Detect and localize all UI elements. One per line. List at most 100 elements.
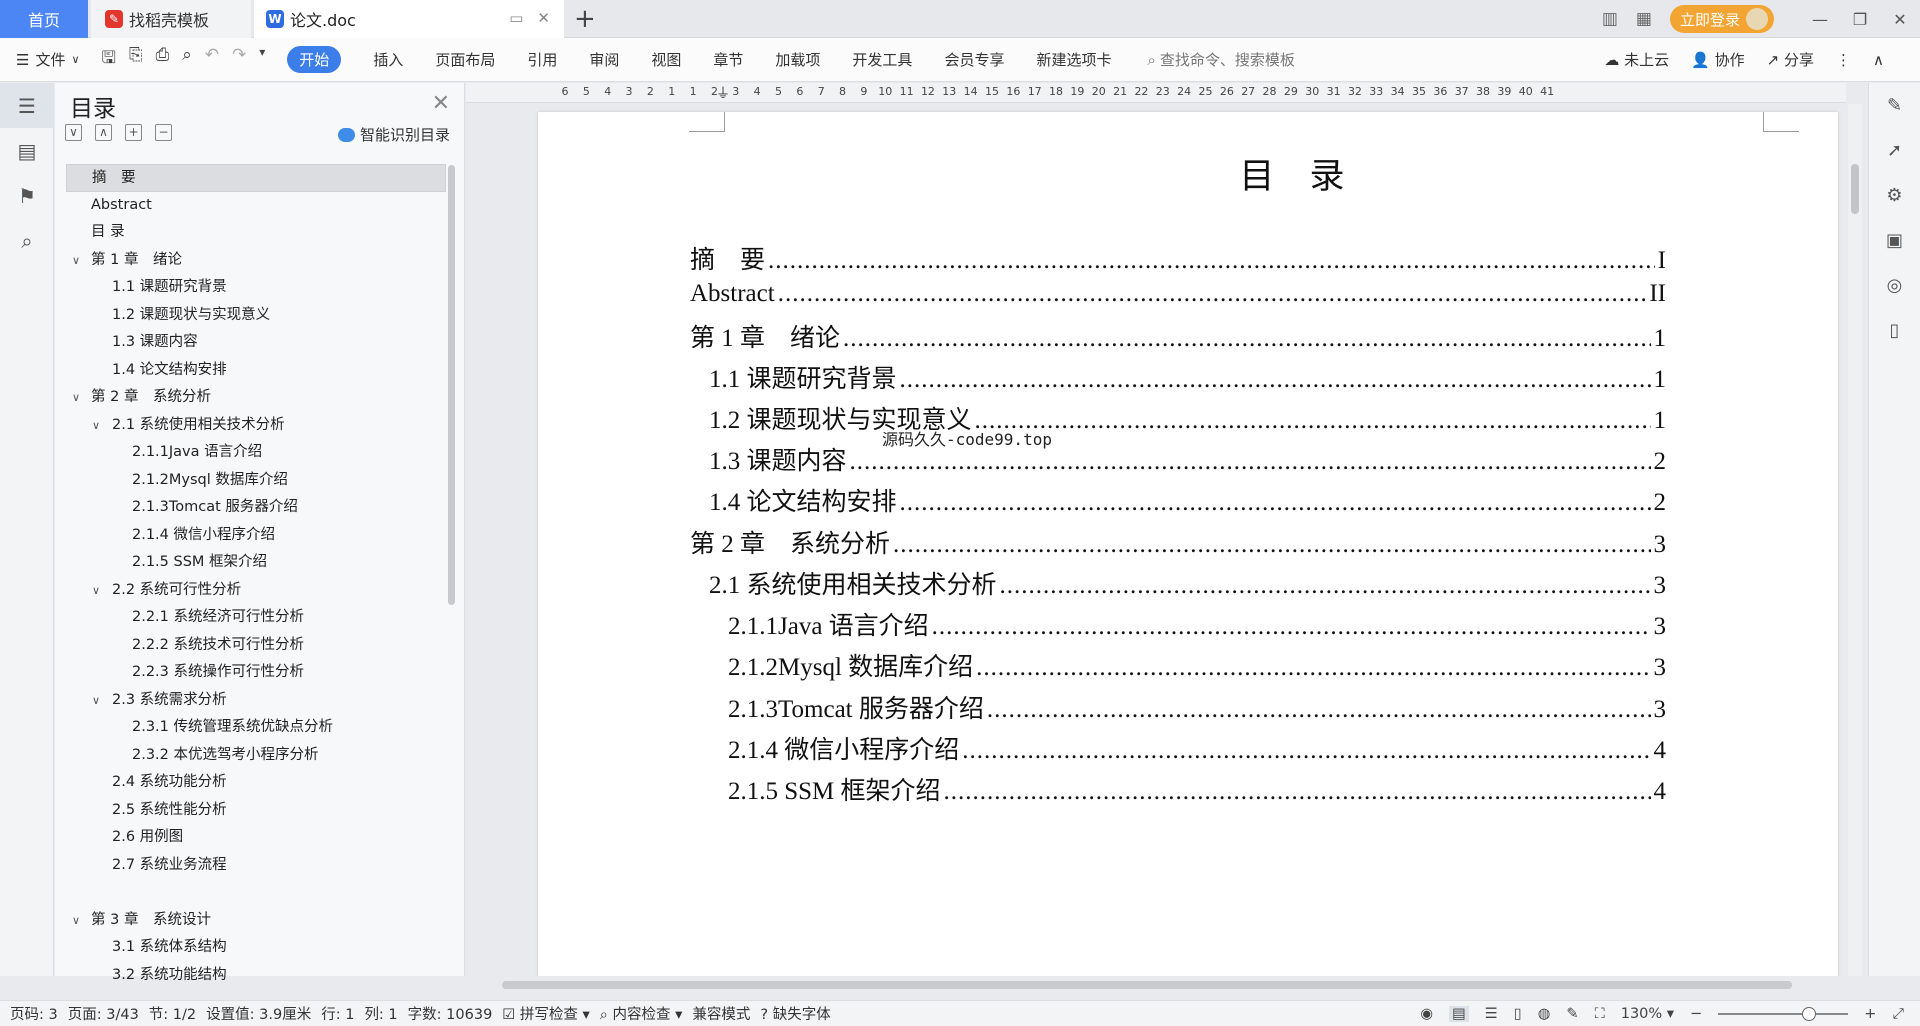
chevron-down-icon[interactable]: ∨	[72, 247, 80, 275]
fit-page-icon[interactable]: ⛶	[1595, 1006, 1605, 1022]
page-view-icon[interactable]: ▤	[1449, 1006, 1469, 1022]
reading-mode-icon[interactable]: ▥	[1602, 9, 1618, 29]
toc-item[interactable]: 2.1.1Java 语言介绍	[66, 439, 446, 467]
doc-toc-entry[interactable]: 2.1.2Mysql 数据库介绍 3	[728, 647, 1666, 683]
toc-item[interactable]: ∨ 第 3 章 系统设计	[66, 907, 446, 935]
chevron-down-icon[interactable]: ∨	[72, 384, 80, 412]
tab-close-icon[interactable]: ✕	[537, 9, 550, 27]
toc-item[interactable]: 2.1.4 微信小程序介绍	[66, 522, 446, 550]
close-icon[interactable]: ✕	[432, 91, 450, 116]
toc-panel-icon[interactable]: ☰	[0, 83, 54, 128]
print-preview-icon[interactable]: ⌕	[182, 45, 192, 74]
minimize-icon[interactable]: —	[1800, 10, 1840, 29]
tab-float-icon[interactable]: ▭	[509, 9, 523, 27]
doc-toc-entry[interactable]: 2.1.3Tomcat 服务器介绍 3	[728, 689, 1666, 725]
find-icon[interactable]: ⌕	[0, 218, 54, 263]
toc-item[interactable]: ∨ 第 2 章 系统分析	[66, 384, 446, 412]
toc-item[interactable]: 2.1.3Tomcat 服务器介绍	[66, 494, 446, 522]
tab-insert[interactable]: 插入	[373, 49, 403, 70]
write-view-icon[interactable]: ✎	[1566, 1006, 1578, 1022]
web-view-icon[interactable]: ◍	[1538, 1006, 1551, 1022]
toc-item[interactable]: 1.2 课题现状与实现意义	[66, 302, 446, 330]
toc-item[interactable]: Abstract	[66, 192, 446, 220]
tab-view[interactable]: 视图	[651, 49, 681, 70]
toc-item[interactable]: 3.1 系统体系结构	[66, 934, 446, 962]
vertical-scroll-thumb[interactable]	[1851, 164, 1859, 214]
status-pages[interactable]: 页面: 3/43	[68, 1003, 139, 1024]
apps-grid-icon[interactable]: ▦	[1636, 9, 1652, 29]
toc-item[interactable]: 2.4 系统功能分析	[66, 769, 446, 797]
doc-toc-entry[interactable]: 第 1 章 绪论 1	[690, 318, 1666, 354]
toc-item[interactable]: 目 录	[66, 219, 446, 247]
toc-item[interactable]: 1.1 课题研究背景	[66, 274, 446, 302]
select-cursor-icon[interactable]: ➚	[1869, 128, 1920, 173]
status-page-number[interactable]: 页码: 3	[10, 1003, 58, 1024]
remove-heading-icon[interactable]: −	[155, 124, 172, 141]
toc-item[interactable]: 1.3 课题内容	[66, 329, 446, 357]
doc-toc-entry[interactable]: 第 2 章 系统分析 3	[690, 524, 1666, 560]
tab-addins[interactable]: 加载项	[775, 49, 820, 70]
tab-templates[interactable]: ✎ 找稻壳模板	[91, 0, 251, 38]
toc-item[interactable]: 2.3.2 本优选驾考小程序分析	[66, 742, 446, 770]
toc-item[interactable]: ∨ 第 1 章 绪论	[66, 247, 446, 275]
pen-icon[interactable]: ✎	[1869, 83, 1920, 128]
status-words[interactable]: 字数: 10639	[408, 1003, 493, 1024]
zoom-slider-knob[interactable]	[1802, 1007, 1817, 1021]
tab-new[interactable]: 新建选项卡	[1036, 49, 1111, 70]
collapse-all-icon[interactable]: ∧	[95, 124, 112, 141]
tab-start[interactable]: 开始	[287, 46, 342, 73]
restore-icon[interactable]: ❐	[1840, 10, 1880, 29]
zoom-out-icon[interactable]: −	[1690, 1006, 1702, 1022]
expand-all-icon[interactable]: ∨	[65, 124, 82, 141]
command-search[interactable]: ⌕ 查找命令、搜索模板	[1147, 49, 1294, 70]
tab-page-layout[interactable]: 页面布局	[435, 49, 495, 70]
horizontal-ruler[interactable]: 6 5 4 3 2 1 1 2 3 4 5 6 7 8 9 10 11 12 13 14 15 16 17 18 19 20 21 2…	[466, 83, 1846, 103]
toc-item[interactable]: 2.6 用例图	[66, 824, 446, 852]
bookmark-icon[interactable]: ⚑	[0, 173, 54, 218]
toc-item[interactable]: 2.2.2 系统技术可行性分析	[66, 632, 446, 660]
close-window-icon[interactable]: ✕	[1880, 10, 1920, 29]
spell-check-button[interactable]: ☑ 拼写检查 ▾	[502, 1003, 590, 1024]
export-pdf-icon[interactable]: ⎘	[129, 45, 143, 74]
new-tab-button[interactable]: +	[574, 4, 596, 34]
doc-toc-entry[interactable]: 2.1.5 SSM 框架介绍 4	[728, 771, 1666, 807]
add-heading-icon[interactable]: +	[125, 124, 142, 141]
reader-icon[interactable]: ▯	[1869, 308, 1920, 353]
location-icon[interactable]: ◎	[1869, 263, 1920, 308]
sections-icon[interactable]: ▤	[0, 128, 54, 173]
eye-protect-icon[interactable]: ◉	[1420, 1006, 1433, 1022]
document-page[interactable]: 目 录 摘 要IAbstractII第 1 章 绪论11.1 课题研究背景11.…	[538, 112, 1838, 976]
status-section[interactable]: 节: 1/2	[149, 1003, 196, 1024]
login-button[interactable]: 立即登录	[1669, 5, 1774, 33]
doc-toc-entry[interactable]: 1.1 课题研究背景 1	[709, 359, 1666, 395]
fullscreen-icon[interactable]: ⤢	[1892, 1006, 1904, 1022]
more-icon[interactable]: ⋮	[1836, 51, 1851, 69]
toc-item[interactable]: 2.3.1 传统管理系统优缺点分析	[66, 714, 446, 742]
tab-sections[interactable]: 章节	[713, 49, 743, 70]
vertical-scrollbar[interactable]	[1848, 104, 1862, 976]
doc-toc-entry[interactable]: 1.3 课题内容 2	[709, 441, 1666, 477]
file-menu[interactable]: ☰ 文件 ∨	[16, 49, 80, 70]
tab-developer[interactable]: 开发工具	[852, 49, 912, 70]
zoom-slider[interactable]	[1718, 1007, 1849, 1021]
share-button[interactable]: ↗ 分享	[1767, 49, 1814, 70]
doc-toc-entry[interactable]: 2.1 系统使用相关技术分析 3	[709, 565, 1666, 601]
doc-toc-entry[interactable]: 2.1.4 微信小程序介绍 4	[728, 730, 1666, 766]
tab-references[interactable]: 引用	[527, 49, 557, 70]
indent-marker-icon[interactable]: ⏚	[716, 83, 730, 103]
smart-toc-button[interactable]: 智能识别目录	[337, 124, 450, 145]
tab-member[interactable]: 会员专享	[944, 49, 1004, 70]
outline-view-icon[interactable]: ☰	[1485, 1006, 1498, 1022]
read-view-icon[interactable]: ▯	[1514, 1006, 1522, 1022]
toc-item[interactable]: 2.2.3 系统操作可行性分析	[66, 659, 446, 687]
cloud-status[interactable]: ☁ 未上云	[1604, 49, 1669, 70]
tab-document[interactable]: W 论文.doc ▭ ✕	[254, 0, 564, 38]
doc-toc-entry[interactable]: 1.2 课题现状与实现意义1	[709, 400, 1666, 436]
chevron-down-icon[interactable]: ∨	[92, 412, 100, 440]
zoom-level[interactable]: 130% ▾	[1621, 1006, 1674, 1022]
horizontal-scrollbar[interactable]	[486, 978, 1841, 992]
toc-item[interactable]: 2.5 系统性能分析	[66, 797, 446, 825]
toc-item[interactable]: ∨ 2.3 系统需求分析	[66, 687, 446, 715]
quick-access-more-icon[interactable]: ▾	[259, 45, 265, 74]
redo-icon[interactable]: ↷	[232, 45, 246, 74]
